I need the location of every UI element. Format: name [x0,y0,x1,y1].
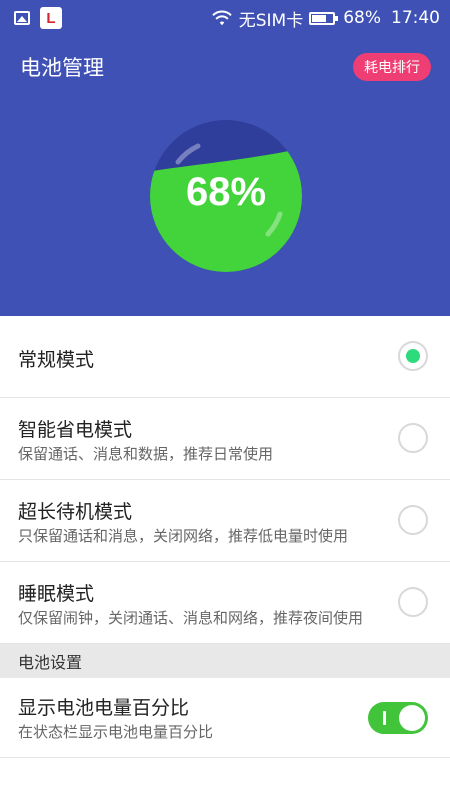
mode-title: 智能省电模式 [18,419,133,441]
battery-icon [309,11,339,25]
toggle-knob [399,705,425,731]
battery-percent-text: 68% [343,8,381,28]
toggle-on-mark [383,711,386,725]
mode-radio-sleep[interactable] [398,587,428,617]
battery-percent-display: 68% [185,170,267,214]
header: L 无SIM卡 68% 17:40 电池管理 耗电排行 68% [0,0,450,316]
mode-item-smart-saving[interactable]: 智能省电模式 保留通话、消息和数据，推荐日常使用 [0,398,450,480]
battery-gauge: 68% [148,118,304,274]
wifi-icon [212,10,232,26]
mode-radio-ultra-standby[interactable] [398,505,428,535]
setting-subtitle: 在状态栏显示电池电量百分比 [18,723,214,741]
radio-selected-dot [406,349,420,363]
mode-subtitle: 保留通话、消息和数据，推荐日常使用 [18,445,274,463]
clock-text: 17:40 [391,8,440,28]
setting-title: 显示电池电量百分比 [18,697,190,719]
mode-title: 超长待机模式 [18,501,133,523]
setting-item-show-percentage[interactable]: 显示电池电量百分比 在状态栏显示电池电量百分比 [0,678,450,758]
mode-title: 常规模式 [18,349,95,371]
mode-item-ultra-standby[interactable]: 超长待机模式 只保留通话和消息，关闭网络，推荐低电量时使用 [0,480,450,562]
battery-settings-section-header: 电池设置 [0,644,450,678]
mode-subtitle: 只保留通话和消息，关闭网络，推荐低电量时使用 [18,527,349,545]
mode-item-sleep[interactable]: 睡眠模式 仅保留闹钟，关闭通话、消息和网络，推荐夜间使用 [0,562,450,644]
le-app-icon: L [40,7,62,29]
status-bar-left: L [14,7,62,29]
mode-subtitle: 仅保留闹钟，关闭通话、消息和网络，推荐夜间使用 [18,609,364,627]
mode-title: 睡眠模式 [18,583,95,605]
battery-fill [312,14,327,22]
mode-item-normal[interactable]: 常规模式 [0,316,450,398]
mode-radio-normal[interactable] [398,341,428,371]
power-ranking-button[interactable]: 耗电排行 [353,53,431,81]
image-icon [14,11,30,25]
status-bar: L 无SIM卡 68% 17:40 [0,0,450,36]
sim-status-text: 无SIM卡 [238,10,304,31]
show-percentage-toggle[interactable] [368,702,428,734]
status-bar-right: 无SIM卡 68% 17:40 [211,6,440,31]
page-title: 电池管理 [20,56,104,80]
mode-radio-smart-saving[interactable] [398,423,428,453]
